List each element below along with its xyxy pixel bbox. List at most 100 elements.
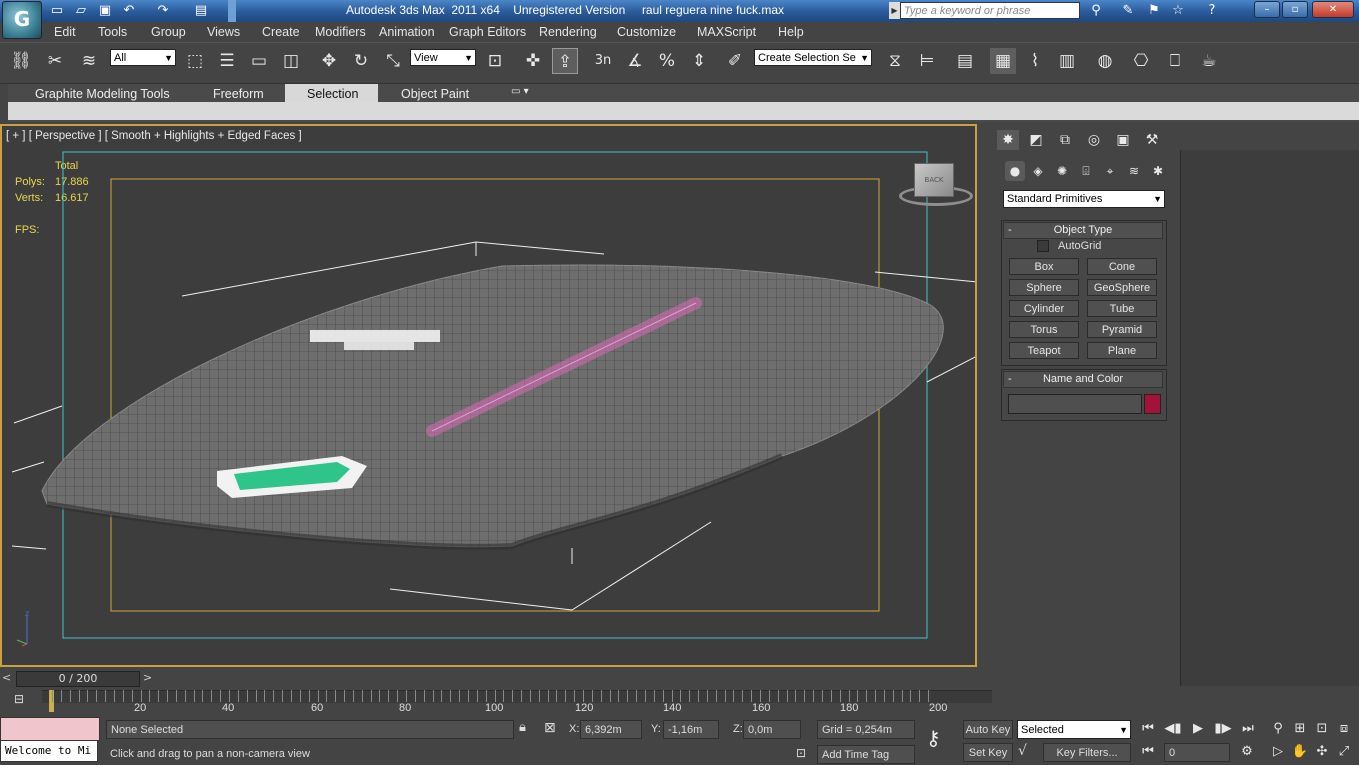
new-file-icon[interactable]: ▭ (48, 2, 66, 19)
zoom-icon[interactable]: ⚲ (1268, 719, 1288, 739)
cone-button[interactable]: Cone (1087, 258, 1157, 275)
layer-manager-icon[interactable]: ▤ (952, 48, 978, 74)
utilities-tab-icon[interactable]: ⚒ (1141, 130, 1163, 150)
pyramid-button[interactable]: Pyramid (1087, 321, 1157, 338)
lights-icon[interactable]: ✺ (1052, 161, 1072, 181)
communication-icon[interactable]: ⚑ (1144, 2, 1164, 20)
select-and-rotate-icon[interactable]: ↻ (348, 48, 374, 74)
menu-modifiers[interactable]: Modifiers (315, 25, 366, 39)
keyboard-shortcut-override-icon[interactable]: ⇪ (552, 48, 578, 74)
selection-lock-icon[interactable]: 🔒︎ (519, 720, 535, 738)
menu-group[interactable]: Group (151, 25, 186, 39)
curve-editor-icon[interactable]: ⌇ (1022, 48, 1048, 74)
go-to-start-icon[interactable]: ⏮ (1138, 719, 1158, 739)
select-by-name-icon[interactable]: ☰ (214, 48, 240, 74)
tab-object-paint[interactable]: Object Paint (401, 86, 469, 102)
schematic-view-icon[interactable]: ▥ (1054, 48, 1080, 74)
systems-icon[interactable]: ✱ (1148, 161, 1168, 181)
next-frame-icon[interactable]: ▮▶ (1213, 719, 1233, 739)
select-and-link-icon[interactable]: ⛓ (8, 48, 34, 74)
menu-help[interactable]: Help (778, 25, 804, 39)
tab-freeform[interactable]: Freeform (213, 86, 264, 102)
add-time-tag-button[interactable]: Add Time Tag (817, 745, 915, 764)
mirror-icon[interactable]: ⧖ (882, 48, 908, 74)
maxscript-listener-input[interactable]: Welcome to Mi (0, 740, 98, 762)
default-tangent-icon[interactable]: √ (1018, 743, 1040, 762)
menu-views[interactable]: Views (207, 25, 240, 39)
geometry-icon[interactable]: ● (1005, 161, 1025, 181)
plane-button[interactable]: Plane (1087, 342, 1157, 359)
torus-button[interactable]: Torus (1009, 321, 1079, 338)
graphite-toggle-icon[interactable]: ▦ (990, 48, 1016, 74)
tab-graphite-modeling-tools[interactable]: Graphite Modeling Tools (35, 86, 170, 102)
cameras-icon[interactable]: ⌹ (1076, 161, 1096, 181)
create-tab-icon[interactable]: ✸ (997, 130, 1019, 150)
rectangular-selection-icon[interactable]: ▭ (246, 48, 272, 74)
modify-tab-icon[interactable]: ◩ (1025, 130, 1047, 150)
render-setup-icon[interactable]: ⎔ (1128, 48, 1154, 74)
maximize-button[interactable]: ▫ (1282, 1, 1308, 18)
space-warps-icon[interactable]: ≋ (1124, 161, 1144, 181)
field-of-view-icon[interactable]: ▷ (1268, 742, 1288, 762)
z-coordinate-field[interactable]: 0,0m (743, 720, 801, 739)
current-frame-field[interactable]: 0 (1164, 743, 1230, 762)
time-tag-icon[interactable]: ⊡ (796, 746, 812, 762)
auto-key-button[interactable]: Auto Key (963, 720, 1013, 739)
geosphere-button[interactable]: GeoSphere (1087, 279, 1157, 296)
hierarchy-tab-icon[interactable]: ⧉ (1054, 130, 1076, 150)
key-filters-button[interactable]: Key Filters... (1043, 743, 1131, 762)
favorites-star-icon[interactable]: ☆ (1168, 2, 1188, 20)
zoom-extents-icon[interactable]: ⊡ (1312, 719, 1332, 739)
menu-edit[interactable]: Edit (54, 25, 76, 39)
display-tab-icon[interactable]: ▣ (1112, 130, 1134, 150)
menu-rendering[interactable]: Rendering (539, 25, 597, 39)
tube-button[interactable]: Tube (1087, 300, 1157, 317)
set-key-button[interactable]: Set Key (963, 743, 1013, 762)
viewcube-icon[interactable]: BACK (914, 163, 954, 197)
search-expand-icon[interactable]: ▶ (889, 2, 900, 19)
window-crossing-icon[interactable]: ◫ (278, 48, 304, 74)
pivot-center-icon[interactable]: ⊡ (482, 48, 508, 74)
zoom-extents-all-icon[interactable]: ⧈ (1334, 719, 1354, 739)
menu-tools[interactable]: Tools (98, 25, 127, 39)
snaps-toggle-icon[interactable]: 3n (590, 48, 616, 74)
y-coordinate-field[interactable]: -1,16m (663, 720, 719, 739)
align-icon[interactable]: ⊨ (914, 48, 940, 74)
rendered-frame-window-icon[interactable]: ⎕ (1162, 48, 1188, 74)
object-name-field[interactable] (1008, 394, 1142, 414)
edit-named-selection-icon[interactable]: ✐ (722, 48, 748, 74)
sphere-button[interactable]: Sphere (1009, 279, 1079, 296)
spinner-snap-icon[interactable]: ⇕ (686, 48, 712, 74)
search-input[interactable]: Type a keyword or phrase (900, 2, 1080, 19)
render-production-icon[interactable]: ☕ (1196, 48, 1222, 74)
next-frame-icon[interactable]: > (143, 671, 152, 684)
object-color-swatch[interactable] (1144, 394, 1161, 414)
previous-frame-icon[interactable]: ◀▮ (1163, 719, 1183, 739)
set-key-icon[interactable]: ⚷ (926, 726, 956, 750)
open-file-icon[interactable]: ▱ (72, 2, 90, 19)
minimize-button[interactable]: – (1254, 1, 1280, 18)
percent-snap-icon[interactable]: % (654, 48, 680, 74)
save-file-icon[interactable]: ▣ (96, 2, 114, 19)
application-button-icon[interactable]: G (2, 1, 42, 39)
redo-icon[interactable]: ↷ (154, 2, 172, 19)
material-editor-icon[interactable]: ◍ (1092, 48, 1118, 74)
help-icon[interactable]: ? (1202, 2, 1222, 20)
x-coordinate-field[interactable]: 6,392m (580, 720, 642, 739)
maxscript-listener-top[interactable] (0, 717, 100, 741)
menu-create[interactable]: Create (262, 25, 300, 39)
teapot-button[interactable]: Teapot (1009, 342, 1079, 359)
maximize-viewport-icon[interactable]: ⤢ (1334, 742, 1354, 762)
primitive-category-dropdown[interactable]: Standard Primitives ▼ (1003, 190, 1165, 208)
binoculars-icon[interactable]: ⚲ (1086, 2, 1106, 20)
select-and-move-icon[interactable]: ✥ (316, 48, 342, 74)
time-slider-thumb[interactable]: 0 / 200 (16, 671, 140, 687)
go-to-end-icon[interactable]: ⏭ (1238, 719, 1258, 739)
unlink-selection-icon[interactable]: ✂ (42, 48, 68, 74)
selection-filter-dropdown[interactable]: All ▼ (110, 49, 176, 66)
shapes-icon[interactable]: ◈ (1028, 161, 1048, 181)
tab-selection[interactable]: Selection (307, 86, 358, 102)
subscription-icon[interactable]: ✎ (1118, 2, 1138, 20)
menu-customize[interactable]: Customize (617, 25, 676, 39)
box-button[interactable]: Box (1009, 258, 1079, 275)
